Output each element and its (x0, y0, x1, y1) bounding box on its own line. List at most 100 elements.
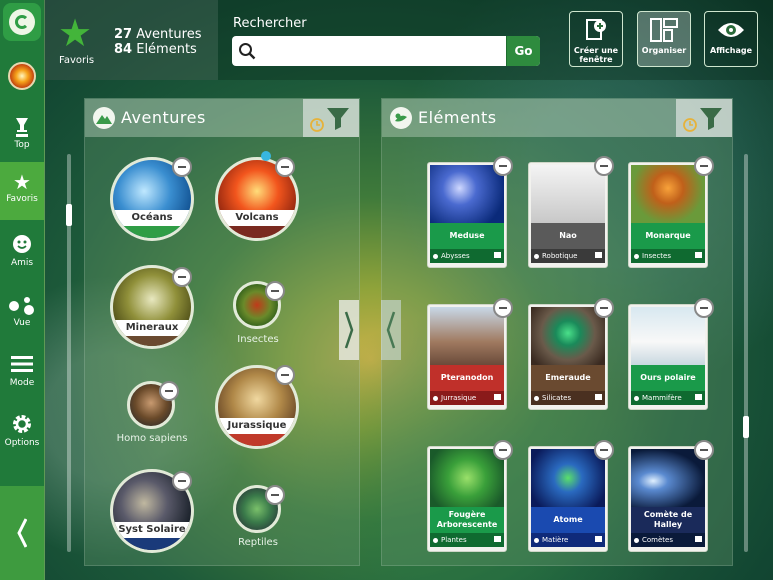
adventure-label: Jurassique (218, 418, 296, 434)
adventures-panel: Aventures Océans Volcans Mineraux Insect… (66, 98, 360, 566)
element-card-monarque[interactable]: Monarque Insectes (628, 162, 708, 268)
element-image (531, 307, 605, 365)
adventure-band (113, 336, 191, 346)
favorites-star-icon: ★ (58, 11, 93, 55)
remove-icon[interactable] (493, 440, 513, 460)
elements-panel-title: Eléments (418, 108, 497, 127)
element-card-nao[interactable]: Nao Robotique (528, 162, 608, 268)
top-bar: ★ Favoris 27 Aventures 84 Eléments Reche… (44, 0, 773, 80)
adventure-label: Océans (113, 210, 191, 226)
remove-icon[interactable] (265, 281, 285, 301)
remove-icon[interactable] (172, 157, 192, 177)
adventures-panel-title: Aventures (121, 108, 206, 127)
organize-label: Organiser (641, 46, 687, 55)
elements-panel: Eléments Meduse Abysses Nao Robotique Mo… (381, 98, 749, 566)
search-box: Go (232, 36, 540, 66)
adventure-label: Volcans (218, 210, 296, 226)
eye-icon (705, 16, 757, 44)
remove-icon[interactable] (172, 267, 192, 287)
app-logo[interactable] (3, 3, 41, 41)
element-image (531, 449, 605, 507)
element-image (430, 307, 504, 365)
remove-icon[interactable] (594, 440, 614, 460)
smiley-icon (0, 234, 44, 258)
menu-icon (0, 354, 44, 378)
scrollbar-thumb[interactable] (66, 204, 72, 226)
sidebar-item-top[interactable]: Top (0, 108, 44, 166)
sidebar-item-mode[interactable]: Mode (0, 346, 44, 404)
element-category: Mammifère (631, 391, 705, 405)
remove-icon[interactable] (594, 298, 614, 318)
element-name: Monarque (631, 223, 705, 249)
element-card-comete[interactable]: Comète de Halley Comètes (628, 446, 708, 552)
remove-icon[interactable] (265, 485, 285, 505)
element-icon (390, 107, 412, 129)
gear-icon (0, 414, 44, 438)
new-window-icon (570, 16, 622, 44)
chevron-right-icon (344, 311, 354, 349)
comment-icon (494, 252, 501, 258)
collapse-sidebar-button[interactable] (0, 486, 44, 580)
notification-dot (261, 151, 271, 161)
adventures-count-label: Aventures (136, 27, 202, 42)
element-card-pteranodon[interactable]: Pteranodon Jurrasique (427, 304, 507, 410)
comment-icon (695, 252, 702, 258)
create-window-label: Créer une fenêtre (573, 46, 619, 64)
remove-icon[interactable] (694, 156, 714, 176)
adventure-label: Homo sapiens (116, 433, 188, 444)
mountain-icon (93, 107, 115, 129)
comment-icon (595, 252, 602, 258)
remove-icon[interactable] (694, 298, 714, 318)
display-button[interactable]: Affichage (704, 11, 758, 67)
comment-icon (494, 394, 501, 400)
element-card-atome[interactable]: Atome Matière (528, 446, 608, 552)
element-category: Matière (531, 533, 605, 547)
favorites-summary[interactable]: ★ Favoris 27 Aventures 84 Eléments (44, 0, 218, 80)
remove-icon[interactable] (594, 156, 614, 176)
comment-icon (695, 394, 702, 400)
adventures-scrollbar[interactable] (66, 154, 72, 552)
remove-icon[interactable] (275, 365, 295, 385)
element-card-meduse[interactable]: Meduse Abysses (427, 162, 507, 268)
elements-count: 84 (114, 42, 133, 57)
element-name: Meduse (430, 223, 504, 249)
adventure-band (218, 434, 296, 446)
element-image (531, 165, 605, 223)
elements-scrollbar[interactable] (743, 154, 749, 552)
user-avatar[interactable] (8, 62, 36, 90)
remove-icon[interactable] (275, 157, 295, 177)
element-card-emeraude[interactable]: Emeraude Silicates (528, 304, 608, 410)
trophy-icon (0, 116, 44, 140)
element-category: Abysses (430, 249, 504, 263)
organize-button[interactable]: Organiser (637, 11, 691, 67)
element-image (430, 165, 504, 223)
comment-icon (695, 536, 702, 542)
adventures-filter-button[interactable] (303, 99, 359, 137)
remove-icon[interactable] (694, 440, 714, 460)
sidebar-item-amis[interactable]: Amis (0, 226, 44, 284)
organize-icon (638, 16, 690, 44)
search-input[interactable] (260, 36, 508, 66)
element-card-ours-polaire[interactable]: Ours polaire Mammifère (628, 304, 708, 410)
adventure-band (113, 226, 191, 238)
comment-icon (494, 536, 501, 542)
sidebar-item-label: Options (4, 438, 40, 448)
element-category: Jurrasique (430, 391, 504, 405)
remove-icon[interactable] (159, 381, 179, 401)
remove-icon[interactable] (172, 471, 192, 491)
remove-icon[interactable] (493, 298, 513, 318)
sidebar-item-label: Amis (10, 258, 34, 268)
go-button[interactable]: Go (506, 36, 540, 66)
element-card-fougere[interactable]: Fougère Arborescente Plantes (427, 446, 507, 552)
scrollbar-thumb[interactable] (743, 416, 749, 438)
element-image (631, 165, 705, 223)
create-window-button[interactable]: Créer une fenêtre (569, 11, 623, 67)
sidebar-item-vue[interactable]: Vue (0, 286, 44, 344)
elements-filter-button[interactable] (676, 99, 732, 137)
remove-icon[interactable] (493, 156, 513, 176)
expand-right-arrow[interactable] (339, 300, 359, 360)
element-name: Ours polaire (631, 365, 705, 391)
sidebar-item-label: Favoris (6, 194, 38, 204)
sidebar-item-options[interactable]: Options (0, 406, 44, 464)
sidebar-item-favoris[interactable]: ★ Favoris (0, 162, 44, 220)
